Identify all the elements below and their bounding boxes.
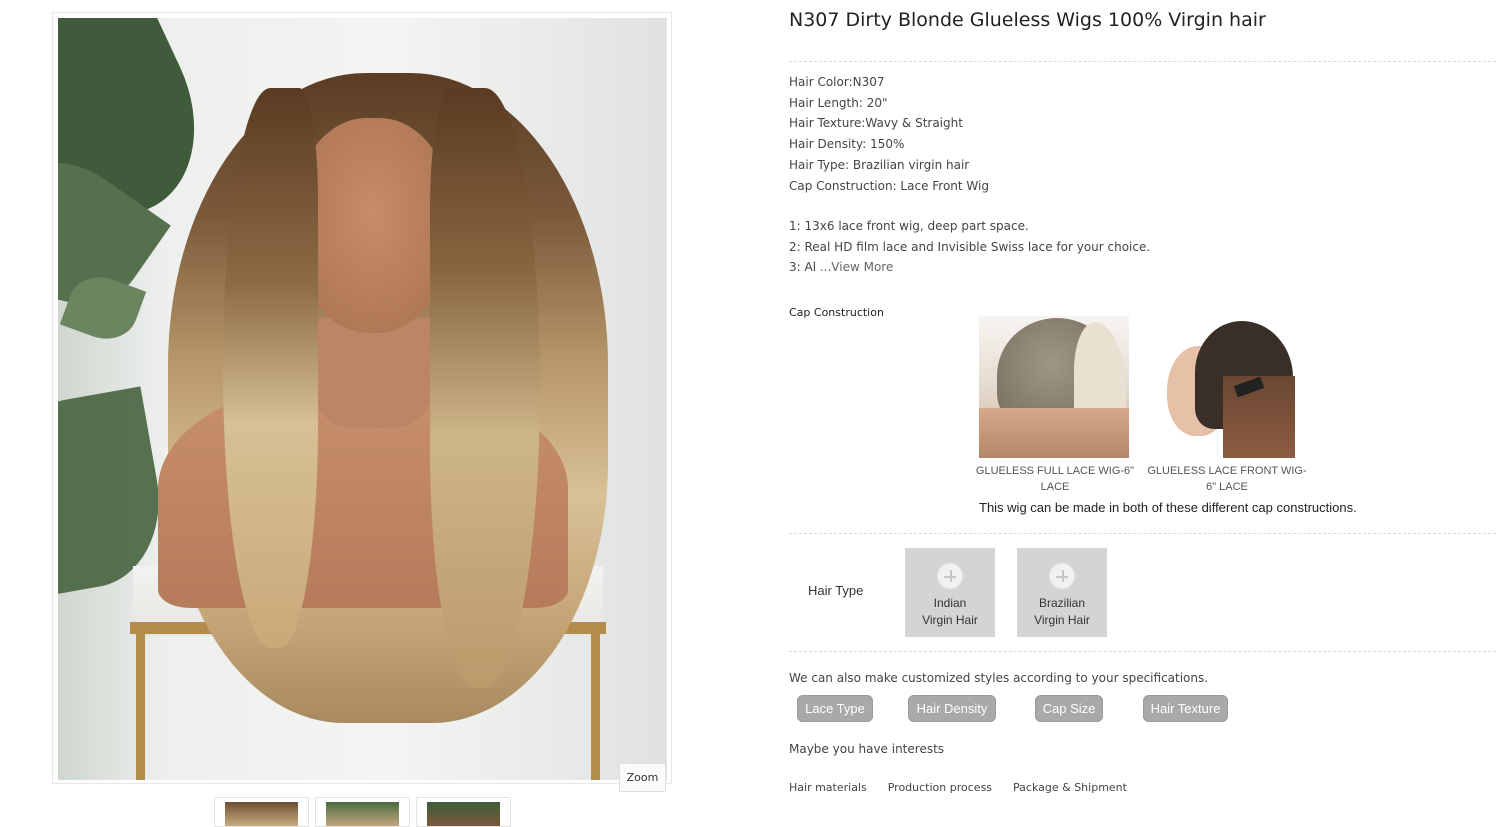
interest-tabs: Hair materials Production process Packag…	[789, 781, 1148, 794]
feature-item: 1: 13x6 lace front wig, deep part space.	[789, 219, 1029, 233]
wig-hair-left	[223, 88, 318, 648]
divider	[789, 61, 1496, 62]
spec-item: Hair Type: Brazilian virgin hair	[789, 157, 970, 172]
table-leg	[136, 634, 145, 780]
plus-icon	[937, 563, 963, 589]
spec-item: Hair Length: 20"	[789, 95, 888, 110]
full-lace-cap-image[interactable]	[979, 316, 1129, 458]
feature-item-truncated: 3: Al ...View More	[789, 257, 1150, 278]
divider	[789, 651, 1496, 652]
thumbnail-image	[427, 802, 500, 826]
product-title: N307 Dirty Blonde Glueless Wigs 100% Vir…	[789, 9, 1266, 31]
cap-note: This wig can be made in both of these di…	[979, 500, 1357, 515]
cap-size-button[interactable]: Cap Size	[1035, 695, 1103, 722]
thumbnail-strip	[214, 797, 511, 827]
table-leg	[591, 634, 600, 780]
cap-caption: GLUELESS LACE FRONT WIG-6" LACE	[1147, 465, 1307, 493]
product-image	[58, 18, 667, 780]
thumbnail[interactable]	[315, 797, 410, 827]
plus-icon	[1049, 563, 1075, 589]
cap-caption: GLUELESS FULL LACE WIG-6" LACE	[975, 465, 1135, 493]
option-line: Indian	[933, 596, 967, 610]
hair-type-option-brazilian[interactable]: Brazilian Virgin Hair	[1017, 548, 1107, 637]
feature-item: 2: Real HD film lace and Invisible Swiss…	[789, 239, 1151, 254]
spec-item: Hair Density: 150%	[789, 137, 905, 152]
feature-list: 1: 13x6 lace front wig, deep part space.…	[789, 216, 1150, 278]
option-line: Virgin Hair	[922, 613, 978, 627]
mannequin-neck	[313, 318, 433, 428]
hair-type-option-indian[interactable]: Indian Virgin Hair	[905, 548, 995, 637]
lace-front-cap-image[interactable]	[1155, 316, 1305, 458]
mannequin-face	[979, 408, 1129, 458]
thumbnail-image	[225, 802, 298, 826]
option-line: Brazilian	[1038, 596, 1086, 610]
main-product-photo[interactable]: Zoom	[52, 12, 672, 792]
option-line: Virgin Hair	[1034, 613, 1090, 627]
hair-texture-button[interactable]: Hair Texture	[1143, 695, 1228, 722]
interests-heading: Maybe you have interests	[789, 742, 945, 756]
spec-list: Hair Color:N307 Hair Length: 20" Hair Te…	[789, 72, 989, 196]
lace-type-button[interactable]: Lace Type	[797, 695, 873, 722]
spec-item: Hair Color:N307	[789, 75, 885, 89]
divider	[789, 533, 1496, 534]
hair-type-option-label: Brazilian Virgin Hair	[1034, 595, 1090, 629]
wig-hair-right	[430, 88, 540, 688]
view-more-link[interactable]: ...View More	[820, 260, 893, 274]
cap-construction-heading: Cap Construction	[789, 306, 884, 319]
hair-density-button[interactable]: Hair Density	[908, 695, 996, 722]
feature-truncated-text: 3: Al	[789, 260, 820, 275]
customize-text: We can also make customized styles accor…	[789, 671, 1209, 685]
hair-type-label: Hair Type	[808, 583, 864, 598]
zoom-button[interactable]: Zoom	[619, 763, 666, 792]
tab-production-process[interactable]: Production process	[888, 781, 992, 794]
thumbnail[interactable]	[214, 797, 309, 827]
thumbnail[interactable]	[416, 797, 511, 827]
spec-item: Hair Texture:Wavy & Straight	[789, 116, 963, 131]
hair-type-option-label: Indian Virgin Hair	[922, 595, 978, 629]
tab-hair-materials[interactable]: Hair materials	[789, 781, 867, 794]
thumbnail-image	[326, 802, 399, 826]
tab-package-shipment[interactable]: Package & Shipment	[1013, 781, 1127, 794]
spec-item: Cap Construction: Lace Front Wig	[789, 178, 989, 193]
